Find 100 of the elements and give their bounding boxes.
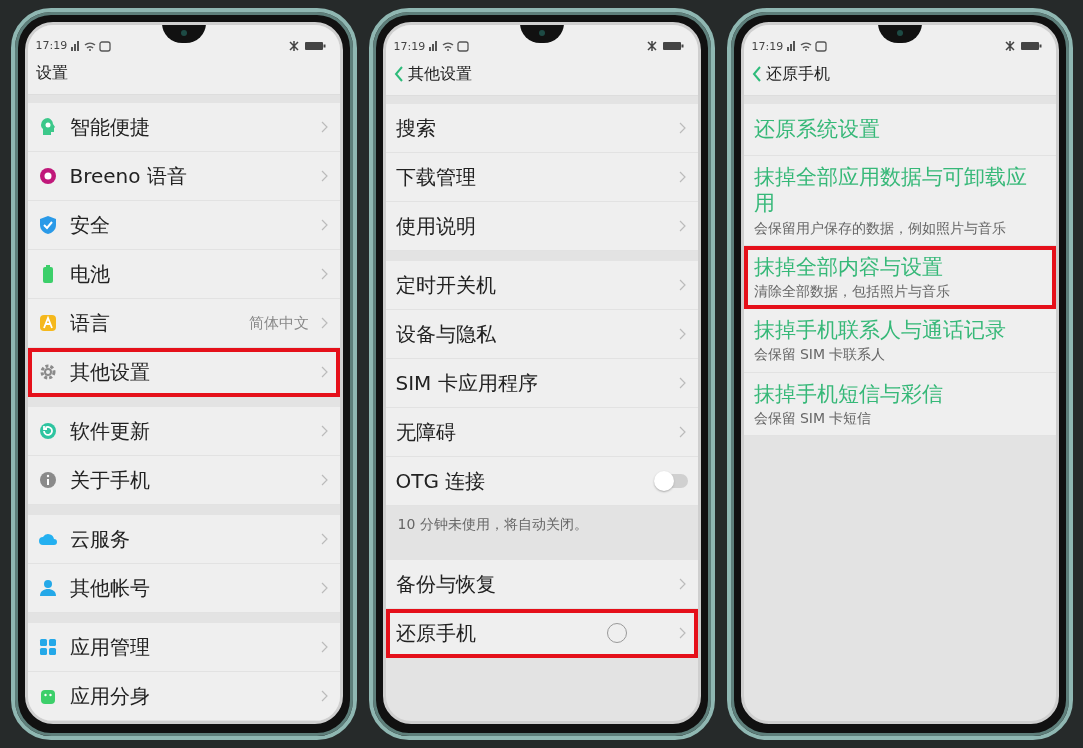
settings-row[interactable]: 抹掉全部应用数据与可卸载应用 会保留用户保存的数据，例如照片与音乐	[743, 156, 1056, 246]
settings-row[interactable]: 设备与隐私	[385, 310, 698, 359]
person-icon	[37, 578, 58, 598]
screen-title: 其他设置	[407, 63, 472, 85]
signal-icons	[71, 39, 114, 52]
status-time: 17:19	[35, 39, 68, 53]
settings-row[interactable]: 应用分身	[27, 672, 340, 721]
option-title: 抹掉手机联系人与通话记录	[753, 317, 1006, 344]
settings-row[interactable]: 无障碍	[385, 408, 698, 457]
option-description: 会保留 SIM 卡联系人	[753, 345, 887, 364]
row-label: 下载管理	[395, 163, 476, 191]
chevron-icon	[678, 328, 686, 340]
option-title: 抹掉全部应用数据与可卸载应用	[753, 164, 1028, 217]
settings-row[interactable]: 智能便捷	[27, 103, 340, 152]
row-label: 安全	[69, 211, 110, 239]
settings-row[interactable]: 抹掉手机联系人与通话记录 会保留 SIM 卡联系人	[743, 309, 1056, 373]
settings-row[interactable]: 还原手机	[385, 609, 698, 658]
signal-icons	[429, 40, 472, 52]
row-label: 使用说明	[395, 212, 476, 240]
settings-row[interactable]: 软件更新	[27, 407, 340, 456]
screen-title: 还原手机	[765, 63, 830, 85]
battery-level-icon	[1019, 40, 1042, 52]
row-label: 智能便捷	[69, 113, 150, 141]
settings-row[interactable]: 其他设置	[27, 348, 340, 397]
chevron-icon	[320, 425, 328, 437]
row-label: 应用分身	[69, 682, 150, 710]
row-label: 电池	[69, 260, 110, 288]
row-label: 无障碍	[395, 418, 456, 446]
chevron-icon	[678, 171, 686, 183]
option-description: 会保留 SIM 卡短信	[753, 408, 873, 427]
row-label: 应用管理	[69, 633, 150, 661]
settings-row[interactable]: 抹掉手机短信与彩信 会保留 SIM 卡短信	[743, 372, 1056, 436]
chevron-icon	[320, 533, 328, 545]
grid-icon	[37, 637, 58, 657]
shield-icon	[37, 215, 58, 235]
row-label: 设备与隐私	[395, 320, 496, 348]
row-label: 搜索	[395, 114, 436, 142]
row-value: 简体中文	[248, 313, 309, 333]
settings-row[interactable]: SIM 卡应用程序	[385, 359, 698, 408]
settings-row[interactable]: Breeno 语音	[27, 152, 340, 201]
settings-row[interactable]: 云服务	[27, 515, 340, 564]
settings-row[interactable]: 抹掉全部内容与设置 清除全部数据，包括照片与音乐	[743, 245, 1056, 310]
settings-row[interactable]: 定时开关机	[385, 261, 698, 310]
chevron-icon	[320, 641, 328, 653]
back-icon[interactable]	[751, 65, 762, 83]
row-label: Breeno 语音	[69, 162, 187, 190]
settings-row[interactable]: 安全	[27, 201, 340, 250]
chevron-icon	[320, 121, 328, 133]
signal-icons	[787, 40, 830, 52]
chevron-icon	[320, 219, 328, 231]
hint-text: 10 分钟未使用，将自动关闭。	[385, 506, 698, 550]
toggle-switch[interactable]	[655, 474, 688, 488]
chevron-icon	[678, 627, 686, 639]
screen-title: 设置	[35, 62, 68, 84]
row-label: 定时开关机	[395, 271, 496, 299]
status-time: 17:19	[393, 39, 426, 53]
chevron-icon	[320, 474, 328, 486]
row-label: SIM 卡应用程序	[395, 369, 538, 397]
chevron-icon	[678, 279, 686, 291]
option-title: 抹掉全部内容与设置	[753, 253, 944, 280]
row-label: 云服务	[69, 525, 130, 553]
settings-row[interactable]: 其他帐号	[27, 564, 340, 613]
settings-row[interactable]: 下载管理	[385, 153, 698, 202]
row-label: 还原手机	[395, 619, 476, 647]
settings-row[interactable]: 关于手机	[27, 456, 340, 505]
chevron-icon	[320, 366, 328, 378]
option-title: 还原系统设置	[753, 116, 880, 143]
chevron-icon	[678, 426, 686, 438]
chevron-icon	[320, 268, 328, 280]
chevron-icon	[320, 317, 328, 329]
row-label: 软件更新	[69, 417, 150, 445]
settings-row[interactable]: 电池	[27, 250, 340, 299]
chevron-icon	[678, 578, 686, 590]
chevron-icon	[678, 220, 686, 232]
chevron-icon	[320, 582, 328, 594]
settings-row[interactable]: 使用说明	[385, 202, 698, 251]
settings-row[interactable]: 搜索	[385, 104, 698, 153]
row-label: OTG 连接	[395, 467, 486, 495]
row-label: 语言	[69, 309, 110, 337]
chevron-icon	[678, 122, 686, 134]
back-icon[interactable]	[393, 65, 404, 83]
language-icon	[37, 313, 58, 333]
chevron-icon	[678, 377, 686, 389]
chevron-icon	[320, 690, 328, 702]
settings-row[interactable]: 备份与恢复	[385, 560, 698, 609]
status-time: 17:19	[751, 39, 784, 53]
settings-row[interactable]: 应用管理	[27, 623, 340, 672]
ring-icon	[37, 166, 58, 186]
option-title: 抹掉手机短信与彩信	[753, 380, 943, 407]
battery-level-icon	[661, 40, 684, 52]
option-description: 清除全部数据，包括照片与音乐	[753, 281, 950, 301]
row-label: 其他设置	[69, 358, 150, 386]
row-label: 关于手机	[69, 466, 150, 494]
row-label: 备份与恢复	[395, 570, 496, 598]
refresh-icon	[37, 421, 58, 441]
option-description: 会保留用户保存的数据，例如照片与音乐	[753, 218, 1007, 237]
settings-row[interactable]: 语言 简体中文	[27, 299, 340, 348]
battery-level-icon	[303, 39, 326, 52]
row-label: 其他帐号	[69, 574, 150, 602]
chevron-icon	[320, 170, 328, 182]
